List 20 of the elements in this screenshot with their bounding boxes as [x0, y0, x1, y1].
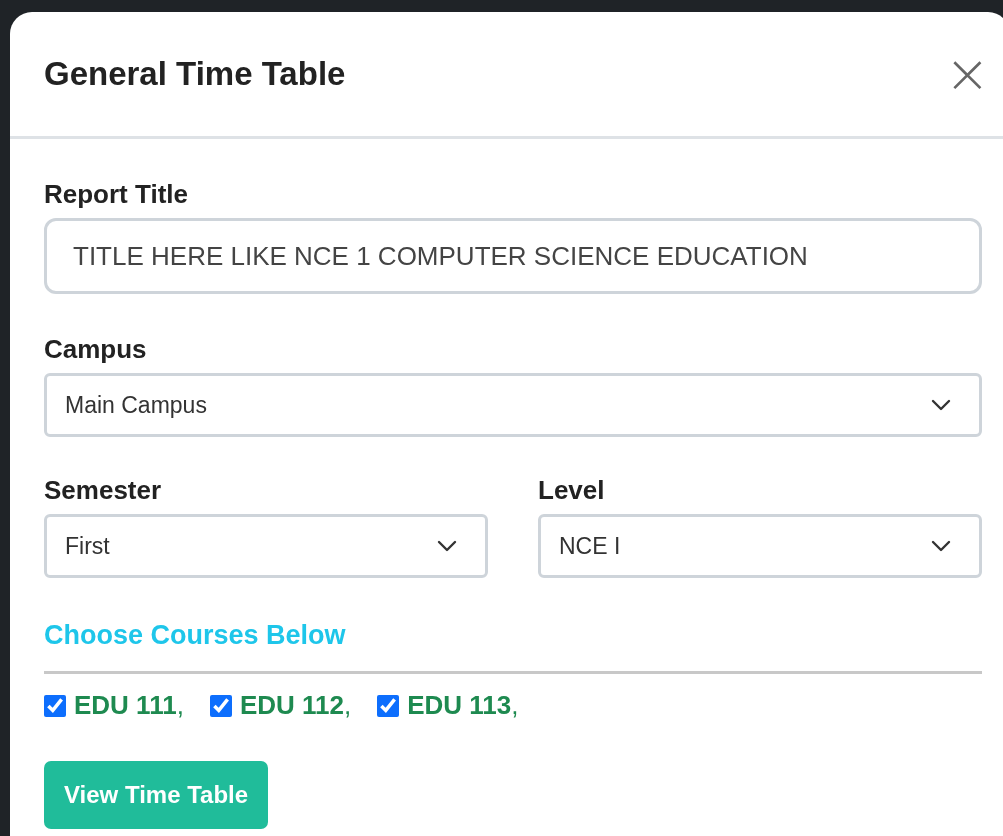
input-field[interactable]: TITLE HERE LIKE NCE 1 COMPUTER SCIENCE EDUCATION	[44, 218, 982, 294]
dropdown[interactable]: First	[44, 514, 488, 578]
chevron-down-icon	[931, 540, 951, 552]
chevron-down-icon	[437, 540, 457, 552]
course-label: EDU 111,	[74, 690, 184, 721]
dropdown[interactable]: Main Campus	[44, 373, 982, 437]
course-label: EDU 112,	[239, 690, 352, 721]
section-heading: Choose Courses Below	[44, 620, 347, 651]
field-label: Report Title	[44, 179, 189, 210]
checkbox[interactable]	[44, 694, 66, 717]
field-label: Semester	[44, 475, 163, 506]
checkbox[interactable]	[377, 694, 400, 717]
dropdown[interactable]: NCE I	[538, 514, 982, 578]
close-button[interactable]: ×	[944, 47, 990, 101]
field-label: Level	[538, 475, 606, 506]
course-label: EDU 113,	[407, 690, 519, 721]
checkbox[interactable]	[209, 694, 232, 717]
field-label: Campus	[44, 334, 148, 365]
modal-title: General Time Table	[44, 55, 346, 93]
chevron-down-icon	[931, 399, 951, 411]
